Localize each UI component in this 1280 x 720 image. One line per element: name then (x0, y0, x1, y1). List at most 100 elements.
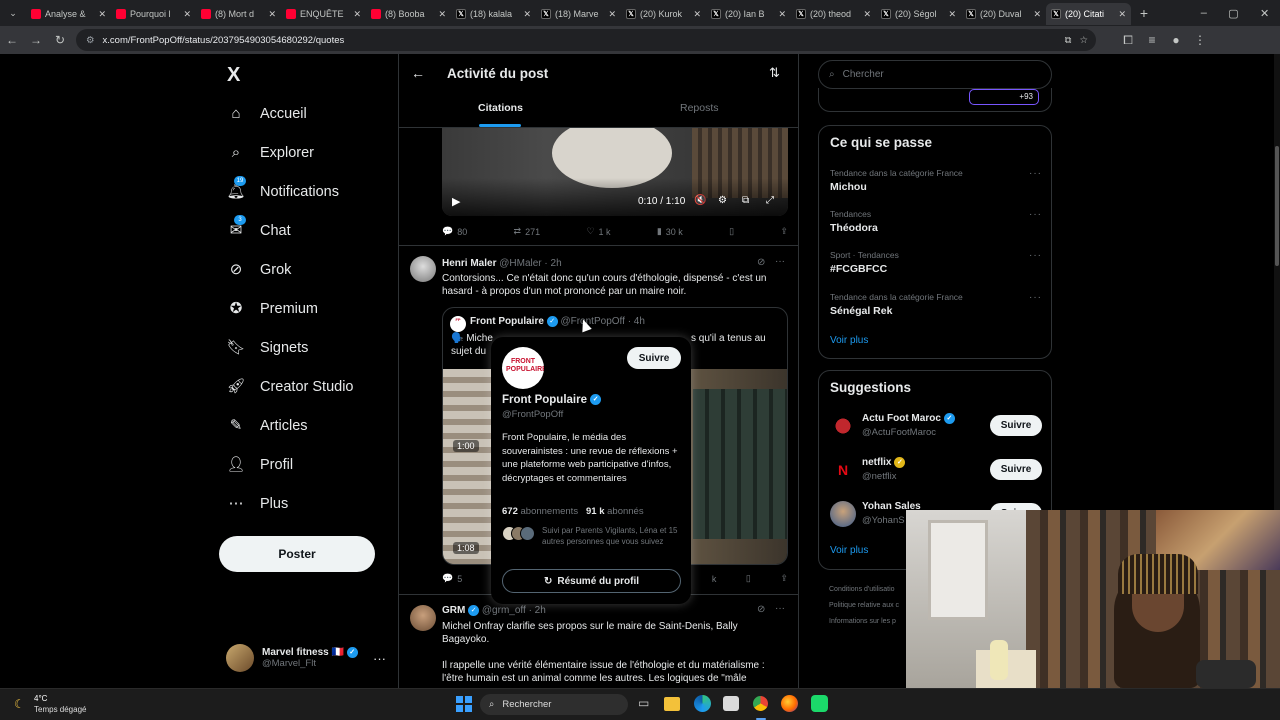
forward-arrow-icon[interactable]: → (24, 33, 48, 47)
share-button[interactable]: ⇪ (780, 226, 788, 237)
footer-link[interactable]: Conditions d'utilisatio (829, 582, 899, 598)
install-app-icon[interactable]: ⧉ (1065, 35, 1072, 46)
more-dots-icon[interactable]: ··· (1029, 292, 1042, 303)
close-tab-icon[interactable]: ✕ (693, 9, 701, 20)
author-name[interactable]: GRM (442, 605, 465, 616)
more-dots-icon[interactable]: ··· (775, 603, 785, 614)
weather-temp[interactable]: 4°C (34, 694, 47, 703)
trend-item[interactable]: Sport · Tendances #FCGBFCC ··· (830, 250, 1042, 275)
grok-icon[interactable]: ⊘ (757, 604, 765, 615)
back-arrow-icon[interactable]: ← (411, 65, 425, 81)
browser-tab[interactable]: 𝕏 (20) Duval ✕ (961, 3, 1046, 25)
close-tab-icon[interactable]: ✕ (268, 9, 276, 20)
site-info-icon[interactable]: ⚙ (86, 35, 95, 46)
browser-tab[interactable]: 𝕏 (20) Kurok ✕ (621, 3, 706, 25)
like-button[interactable]: ♡ 1 k (586, 226, 610, 237)
nav-item-notifications[interactable]: 🔔︎ 19 Notifications (226, 176, 339, 206)
suggestion-item[interactable]: Nnetflix ✓ @netflix Suivre (830, 455, 1042, 485)
media-controls-icon[interactable]: ≡ (1140, 33, 1164, 47)
more-dots-icon[interactable]: ··· (1029, 250, 1042, 261)
mute-icon[interactable]: 🔇 (694, 195, 706, 206)
follow-button[interactable]: Suivre (990, 459, 1042, 480)
browser-menu-icon[interactable]: ⋮ (1188, 33, 1212, 47)
browser-tab[interactable]: 𝕏 (18) Marve ✕ (536, 3, 621, 25)
follow-button[interactable]: Suivre (990, 415, 1042, 436)
weather-moon-icon[interactable]: ☾ (14, 697, 25, 711)
browser-tab[interactable]: 𝕏 (20) theod ✕ (791, 3, 876, 25)
settings-gear-icon[interactable]: ⚙ (718, 195, 727, 206)
task-view-icon[interactable]: ▭ (638, 696, 649, 710)
profile-handle[interactable]: @FrontPopOff (502, 409, 563, 420)
reply-button[interactable]: 💬 5 (442, 573, 462, 584)
browser-tab[interactable]: ENQUÊTE ✕ (281, 3, 366, 25)
followers-label[interactable]: abonnés (607, 506, 643, 517)
play-icon[interactable]: ▶ (452, 195, 460, 208)
close-tab-icon[interactable]: ✕ (1118, 9, 1126, 20)
browser-tab[interactable]: 𝕏 (20) Ian B ✕ (706, 3, 791, 25)
new-tab-button[interactable]: + (1131, 5, 1157, 21)
avatar[interactable] (410, 256, 436, 282)
avatar[interactable] (410, 605, 436, 631)
scrollbar-thumb[interactable] (1275, 146, 1279, 266)
back-arrow-icon[interactable]: ← (0, 33, 24, 47)
browser-tab[interactable]: Pourquoi l ✕ (111, 3, 196, 25)
author-handle[interactable]: @HMaler (499, 258, 541, 269)
community-badge[interactable]: +93 (969, 89, 1039, 105)
follow-button[interactable]: Suivre (627, 347, 681, 369)
nav-item-articles[interactable]: ✎ Articles (226, 412, 308, 440)
account-switcher[interactable]: Marvel fitness 🇫🇷 ✓ @Marvel_Flt ··· (226, 642, 386, 674)
file-explorer-icon[interactable] (664, 697, 680, 711)
taskbar-search[interactable]: ⌕ Rechercher (480, 694, 628, 715)
x-logo[interactable]: X (227, 64, 240, 87)
close-tab-icon[interactable]: ✕ (608, 9, 616, 20)
close-window-icon[interactable]: ✕ (1260, 7, 1269, 20)
nav-item-profil[interactable]: 👤︎ Profil (226, 451, 293, 479)
tab-citations[interactable]: Citations (478, 102, 523, 114)
browser-tab[interactable]: 𝕏 (18) kalala ✕ (451, 3, 536, 25)
footer-link[interactable]: Informations sur les p (829, 614, 899, 630)
reply-button[interactable]: 💬 80 (442, 226, 467, 237)
weather-desc[interactable]: Temps dégagé (34, 705, 86, 714)
more-dots-icon[interactable]: ··· (1029, 168, 1042, 179)
post-button[interactable]: Poster (219, 536, 375, 572)
maximize-icon[interactable]: ▢ (1228, 7, 1238, 20)
more-dots-icon[interactable]: ··· (373, 651, 386, 666)
trend-item[interactable]: Tendances Théodora ··· (830, 209, 1042, 234)
windows-start-icon[interactable] (456, 696, 472, 712)
grok-icon[interactable]: ⊘ (757, 257, 765, 268)
app-icon[interactable] (811, 695, 828, 712)
following-count[interactable]: 672 (502, 506, 518, 517)
profile-summary-button[interactable]: ↻ Résumé du profil (502, 569, 681, 593)
close-tab-icon[interactable]: ✕ (98, 9, 106, 20)
close-tab-icon[interactable]: ✕ (353, 9, 361, 20)
close-tab-icon[interactable]: ✕ (183, 9, 191, 20)
tab-reposts[interactable]: Reposts (680, 102, 719, 114)
share-button[interactable]: ⇪ (780, 573, 788, 584)
author-handle[interactable]: @grm_off (482, 605, 526, 616)
repost-button[interactable]: ⇄ 271 (514, 226, 541, 237)
views-button[interactable]: ▮ 30 k (657, 226, 683, 237)
more-dots-icon[interactable]: ··· (775, 256, 785, 267)
nav-item-grok[interactable]: ⊘ Grok (226, 256, 292, 284)
browser-tab[interactable]: 𝕏 (20) Citati ✕ (1046, 3, 1131, 25)
tweet-time[interactable]: · 2h (544, 258, 561, 269)
nav-item-plus[interactable]: ⋯ Plus (226, 490, 289, 518)
more-dots-icon[interactable]: ··· (1029, 209, 1042, 220)
minimize-icon[interactable]: – (1201, 7, 1207, 20)
filter-sliders-icon[interactable]: ⇅ (769, 65, 780, 81)
browser-tab[interactable]: Analyse & ✕ (26, 3, 111, 25)
trends-more-link[interactable]: Voir plus (830, 335, 868, 346)
followers-count[interactable]: 91 k (586, 506, 605, 517)
edge-icon[interactable] (694, 695, 711, 712)
profile-avatar-icon[interactable]: ● (1164, 33, 1188, 47)
tab-search-chevron-icon[interactable]: ⌄ (0, 8, 26, 19)
close-tab-icon[interactable]: ✕ (863, 9, 871, 20)
nav-item-explorer[interactable]: ⌕ Explorer (226, 139, 314, 167)
tweet-time[interactable]: · 2h (529, 605, 546, 616)
fullscreen-icon[interactable]: ⤢ (766, 195, 774, 206)
firefox-icon[interactable] (781, 695, 798, 712)
close-tab-icon[interactable]: ✕ (523, 9, 531, 20)
browser-tab[interactable]: 𝕏 (20) Ségol ✕ (876, 3, 961, 25)
followed-by-text[interactable]: Suivi par Parents Vigilants, Léna et 15 … (542, 526, 682, 547)
following-label[interactable]: abonnements (521, 506, 579, 517)
